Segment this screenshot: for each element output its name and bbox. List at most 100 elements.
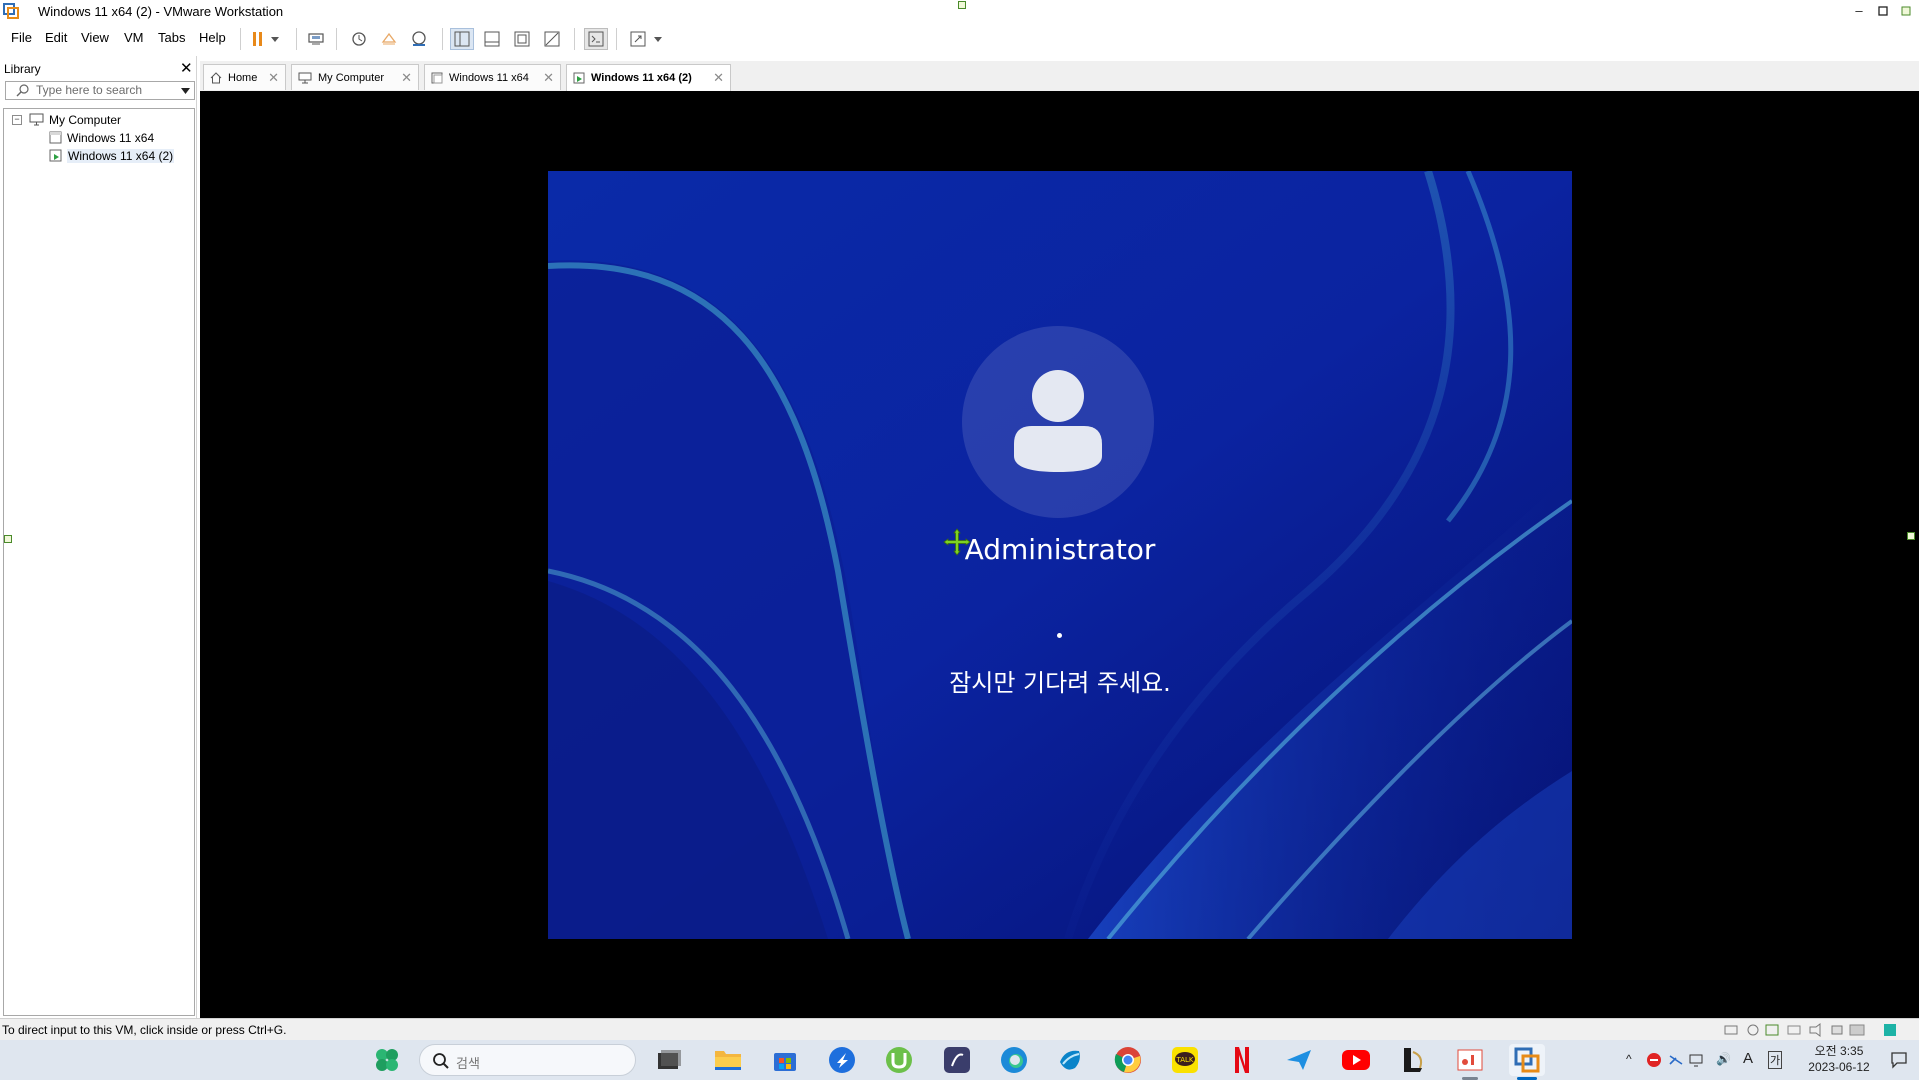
title-bar: Windows 11 x64 (2) - VMware Workstation … [0,0,1919,22]
snapshot-icon [352,32,366,46]
tree-item-my-computer[interactable]: − My Computer [12,111,121,128]
menu-tabs[interactable]: Tabs [158,30,185,45]
close-tab-button[interactable]: ✕ [268,70,279,86]
menu-file[interactable]: File [11,30,32,45]
revert-snapshot-button[interactable] [377,28,401,50]
minimize-button[interactable]: – [1846,1,1872,21]
steam-button[interactable] [1053,1044,1089,1076]
close-tab-button[interactable]: ✕ [401,70,412,86]
user-avatar [962,326,1154,518]
vm-running-icon [573,72,585,84]
vm-icon [431,72,443,83]
tab-windows-11-x64[interactable]: Windows 11 x64 ✕ [424,64,561,90]
resize-handle-right[interactable] [1907,532,1915,540]
menu-edit[interactable]: Edit [45,30,67,45]
guest-login-screen[interactable]: Administrator 잠시만 기다려 주세요. [548,171,1572,939]
league-button[interactable] [1395,1044,1431,1076]
file-explorer-button[interactable] [710,1044,746,1076]
app-button-3[interactable] [1281,1044,1317,1076]
collapse-toggle[interactable]: − [12,114,22,125]
console-icon [588,31,604,47]
send-ctrl-alt-del-button[interactable] [304,28,328,50]
tab-bar: Home ✕ My Computer ✕ Windows 11 x64 ✕ Wi… [200,61,1919,91]
taskbar-clock[interactable]: 오전 3:35 2023-06-12 [1802,1043,1876,1075]
ime-hangul-indicator[interactable]: 가 [1768,1051,1783,1069]
display-tray-icon[interactable] [1688,1052,1704,1068]
unity-button[interactable] [540,28,564,50]
antivirus-icon[interactable] [1646,1052,1662,1068]
taskbar-search[interactable]: 검색 [419,1044,636,1076]
close-tab-button[interactable]: ✕ [713,70,724,86]
netflix-icon [1235,1047,1249,1073]
close-tab-button[interactable]: ✕ [543,70,554,86]
app-button-4[interactable] [1452,1044,1488,1080]
app-icon [829,1047,855,1073]
tab-home[interactable]: Home ✕ [203,64,286,90]
app-button-1[interactable] [824,1044,860,1076]
edge-button[interactable] [996,1044,1032,1076]
computer-icon [29,113,44,126]
app-button-2[interactable] [939,1044,975,1076]
volume-icon[interactable]: 🔊 [1716,1052,1731,1066]
snapshot-button[interactable] [347,28,371,50]
chevron-down-icon[interactable] [181,88,190,94]
resize-handle-left[interactable] [4,535,12,543]
menu-help[interactable]: Help [199,30,226,45]
tree-label: My Computer [49,112,122,127]
file-explorer-icon [715,1051,741,1070]
steam-icon [1060,1050,1080,1070]
tree-item-vm-2[interactable]: Windows 11 x64 (2) [49,147,175,164]
svg-text:TALK: TALK [1175,1056,1193,1064]
network-tray-icon[interactable] [1668,1052,1684,1068]
home-icon [210,71,222,83]
console-view-button[interactable] [584,28,608,50]
tab-windows-11-x64-2[interactable]: Windows 11 x64 (2) ✕ [566,64,731,91]
utorrent-button[interactable] [881,1044,917,1076]
library-close-button[interactable]: ✕ [180,59,193,77]
keyboard-icon [308,33,324,45]
library-search-input[interactable] [36,82,176,98]
full-screen-button[interactable] [510,28,534,50]
tree-item-vm[interactable]: Windows 11 x64 [49,129,154,146]
window-title: Windows 11 x64 (2) - VMware Workstation [38,4,284,19]
thumbnail-bar-button[interactable] [480,28,504,50]
youtube-icon [1342,1050,1370,1070]
ime-mode-indicator[interactable]: A [1743,1050,1753,1067]
menu-toolbar: File Edit View VM Tabs Help [0,22,1919,56]
close-window-button[interactable] [1893,1,1919,21]
notification-icon[interactable] [1890,1051,1908,1069]
vmware-button[interactable] [1509,1044,1545,1080]
pause-button[interactable] [246,28,270,50]
tab-label: Windows 11 x64 [449,71,529,84]
stretch-dropdown[interactable] [651,28,665,50]
tray-overflow-button[interactable]: ^ [1626,1052,1632,1066]
chevron-down-icon [271,36,279,42]
snapshot-manager-button[interactable] [407,28,431,50]
library-search[interactable] [5,81,195,100]
snapshot-manager-icon [412,31,426,46]
power-dropdown[interactable] [268,28,282,50]
chrome-button[interactable] [1110,1044,1146,1076]
stretch-guest-button[interactable] [626,28,650,50]
store-button[interactable] [767,1044,803,1076]
tab-label: My Computer [318,71,385,84]
loading-spinner [1057,633,1062,638]
youtube-button[interactable] [1338,1044,1374,1076]
library-tree: − My Computer Windows 11 x64 Windows 11 … [3,108,195,1016]
netflix-button[interactable] [1224,1044,1260,1076]
please-wait-text: 잠시만 기다려 주세요. [949,669,1171,697]
task-view-button[interactable] [651,1044,687,1076]
show-library-button[interactable] [450,28,474,50]
device-status-icons[interactable] [1720,1022,1910,1038]
kakaotalk-icon: TALK [1172,1047,1198,1073]
kakaotalk-button[interactable]: TALK [1167,1044,1203,1076]
vmware-app-icon[interactable] [3,3,19,19]
widgets-button[interactable] [369,1044,405,1076]
vm-icon [49,131,62,144]
widgets-icon [376,1049,398,1071]
menu-vm[interactable]: VM [124,30,144,45]
menu-view[interactable]: View [81,30,109,45]
title-bar-drag-handle[interactable] [958,1,966,9]
tab-my-computer[interactable]: My Computer ✕ [291,64,419,90]
search-icon [433,1053,449,1069]
